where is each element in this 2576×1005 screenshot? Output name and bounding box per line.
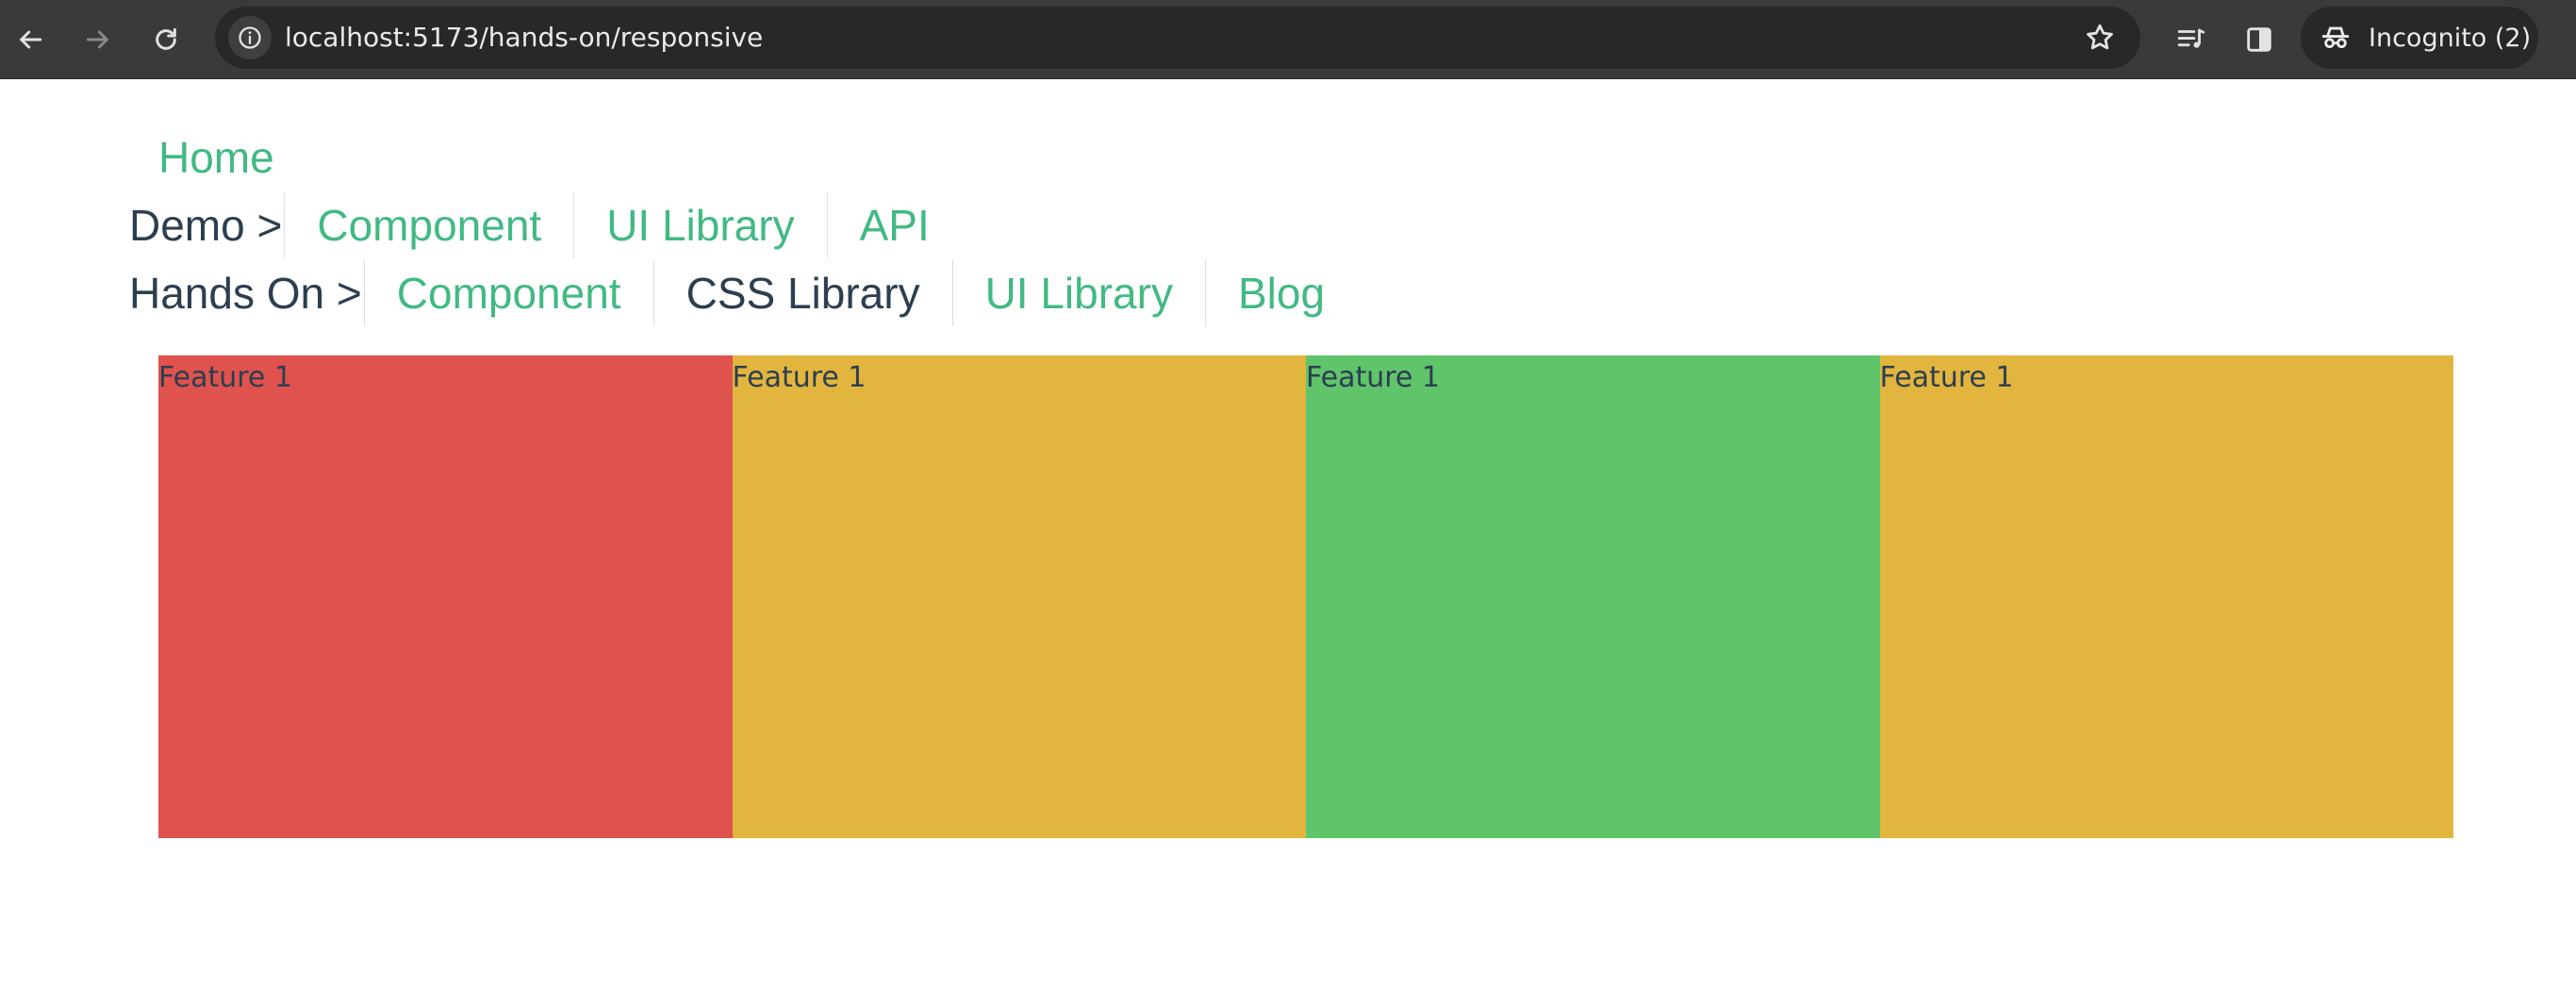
hands-on-link-component[interactable]: Component xyxy=(363,260,653,326)
demo-link-component[interactable]: Component xyxy=(284,192,573,258)
bookmark-button[interactable] xyxy=(2082,20,2118,56)
incognito-label: Incognito (2) xyxy=(2369,23,2532,53)
home-nav-row: Home xyxy=(158,124,306,190)
demo-link-ui-library[interactable]: UI Library xyxy=(573,192,826,258)
feature-card: Feature 1 xyxy=(1306,355,1880,838)
side-panel-icon xyxy=(2247,27,2271,52)
hands-on-link-blog[interactable]: Blog xyxy=(1204,260,1357,326)
forward-arrow-icon xyxy=(86,30,108,49)
forward-button[interactable] xyxy=(72,13,124,66)
media-controls-button[interactable] xyxy=(2169,17,2214,62)
url-text[interactable]: localhost:5173/hands-on/responsive xyxy=(285,7,763,69)
feature-card: Feature 1 xyxy=(732,355,1306,838)
demo-nav-row: Demo > Component UI Library API xyxy=(129,192,962,258)
hands-on-prefix: Hands On > xyxy=(129,269,362,318)
demo-prefix: Demo > xyxy=(129,201,283,250)
site-info-icon xyxy=(239,26,261,49)
media-queue-icon xyxy=(2177,28,2205,48)
address-bar[interactable]: localhost:5173/hands-on/responsive xyxy=(215,7,2140,69)
browser-toolbar: localhost:5173/hands-on/responsive Incog… xyxy=(0,0,2576,79)
features-grid: Feature 1 Feature 1 Feature 1 Feature 1 xyxy=(158,355,2453,838)
incognito-profile-button[interactable]: Incognito (2) xyxy=(2301,7,2538,69)
hands-on-link-ui-library[interactable]: UI Library xyxy=(951,260,1205,326)
reload-icon xyxy=(156,27,176,50)
demo-link-api[interactable]: API xyxy=(826,192,962,258)
hands-on-nav-row: Hands On > Component CSS Library UI Libr… xyxy=(129,260,1357,326)
star-icon xyxy=(2087,24,2113,50)
reload-button[interactable] xyxy=(140,13,192,66)
site-info-button[interactable] xyxy=(228,16,272,59)
feature-card: Feature 1 xyxy=(158,355,733,838)
incognito-icon xyxy=(2321,26,2350,49)
back-arrow-icon xyxy=(20,30,42,49)
back-button[interactable] xyxy=(4,13,57,66)
nav-link-home[interactable]: Home xyxy=(158,124,306,190)
feature-card: Feature 1 xyxy=(1879,355,2453,838)
hands-on-link-css-library[interactable]: CSS Library xyxy=(652,260,952,326)
side-panel-button[interactable] xyxy=(2237,17,2282,62)
